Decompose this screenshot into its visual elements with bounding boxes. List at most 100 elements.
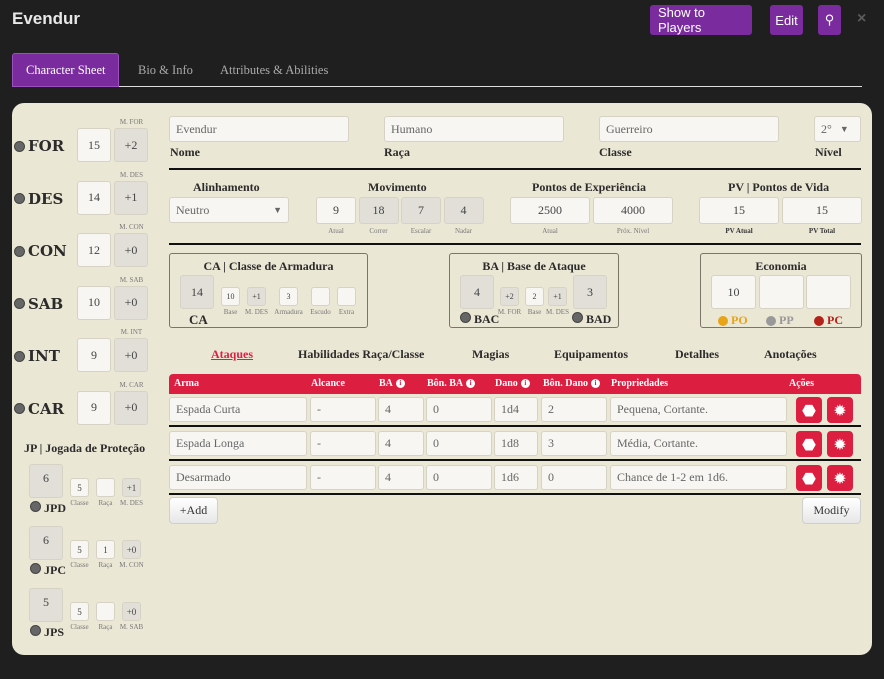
attack-alcance[interactable]: - [310, 465, 376, 490]
attr-int-label[interactable]: INT [14, 347, 60, 365]
save-raca[interactable] [96, 602, 115, 621]
attr-con-label[interactable]: CON [14, 242, 67, 260]
show-to-players-button[interactable]: Show to Players [650, 5, 752, 35]
attack-part[interactable]: +1 [548, 287, 567, 306]
save-mod: +0 [122, 602, 141, 621]
movement-value[interactable]: 9 [316, 197, 356, 224]
attack-bon-dano[interactable]: 2 [541, 397, 607, 422]
roll-damage-button[interactable]: ✹ [827, 397, 853, 423]
attr-value[interactable]: 10 [77, 285, 111, 320]
armor-part[interactable] [337, 287, 356, 306]
hp-total[interactable]: 15 [782, 197, 862, 224]
edit-button[interactable]: Edit [770, 5, 803, 35]
attr-value[interactable]: 14 [77, 180, 111, 215]
attack-part[interactable]: 2 [525, 287, 544, 306]
section-tab-notes[interactable]: Anotações [764, 347, 817, 362]
class-input[interactable]: Guerreiro [599, 116, 779, 142]
dice-icon [572, 312, 583, 323]
save-jps-label[interactable]: JPS [30, 625, 64, 640]
info-icon[interactable]: i [395, 379, 405, 388]
race-input[interactable]: Humano [384, 116, 564, 142]
attr-for-label[interactable]: FOR [14, 137, 64, 155]
xp-next[interactable]: 4000 [593, 197, 673, 224]
silver-input[interactable] [759, 275, 804, 309]
armor-part[interactable]: 3 [279, 287, 298, 306]
tab-bio-info[interactable]: Bio & Info [125, 53, 206, 87]
modify-button[interactable]: Modify [802, 497, 861, 524]
save-total: 5 [29, 588, 63, 622]
save-raca[interactable] [96, 478, 115, 497]
copper-coin-icon [814, 316, 824, 327]
section-tab-details[interactable]: Detalhes [675, 347, 719, 362]
attack-prop[interactable]: Chance de 1-2 em 1d6. [610, 465, 787, 490]
close-icon[interactable]: × [857, 10, 866, 28]
save-jpd-label[interactable]: JPD [30, 501, 66, 516]
roll-attack-button[interactable]: ⬣ [796, 397, 822, 423]
attack-alcance[interactable]: - [310, 431, 376, 456]
name-input[interactable]: Evendur [169, 116, 349, 142]
attack-arma[interactable]: Espada Longa [169, 431, 307, 456]
attr-value[interactable]: 15 [77, 128, 111, 162]
attack-bon-ba[interactable]: 0 [426, 431, 492, 456]
gold-input[interactable]: 10 [711, 275, 756, 309]
attr-value[interactable]: 9 [77, 390, 111, 425]
attack-bon-dano[interactable]: 0 [541, 465, 607, 490]
movement-value[interactable]: 18 [358, 197, 399, 224]
info-icon[interactable]: i [520, 379, 530, 388]
roll-damage-button[interactable]: ✹ [827, 431, 853, 457]
roll-attack-button[interactable]: ⬣ [796, 431, 822, 457]
save-classe[interactable]: 5 [70, 478, 89, 497]
attack-ba[interactable]: 4 [378, 431, 424, 456]
attack-dano[interactable]: 1d6 [494, 465, 538, 490]
copper-input[interactable] [806, 275, 851, 309]
info-icon[interactable]: i [591, 379, 601, 388]
movement-value[interactable]: 7 [401, 197, 441, 224]
attack-bon-ba[interactable]: 0 [426, 465, 492, 490]
section-tab-equipment[interactable]: Equipamentos [554, 347, 628, 362]
save-raca[interactable]: 1 [96, 540, 115, 559]
armor-part[interactable]: 10 [221, 287, 240, 306]
armor-part[interactable]: +1 [247, 287, 266, 306]
tab-attributes-abilities[interactable]: Attributes & Abilities [207, 53, 341, 87]
bad-label[interactable]: BAD [572, 312, 611, 327]
attack-bon-dano[interactable]: 3 [541, 431, 607, 456]
dice-icon [14, 245, 25, 257]
roll-damage-button[interactable]: ✹ [827, 465, 853, 491]
attr-mod: +2 [114, 128, 148, 162]
roll-attack-button[interactable]: ⬣ [796, 465, 822, 491]
attack-ba[interactable]: 4 [378, 465, 424, 490]
section-tab-attacks[interactable]: Ataques [211, 347, 253, 362]
attack-prop[interactable]: Média, Cortante. [610, 431, 787, 456]
attr-car-label[interactable]: CAR [14, 400, 64, 418]
attack-bon-ba[interactable]: 0 [426, 397, 492, 422]
armor-part[interactable] [311, 287, 330, 306]
attr-des-label[interactable]: DES [14, 190, 63, 208]
attack-alcance[interactable]: - [310, 397, 376, 422]
col-bon-dano: Bôn. Dano i [543, 378, 601, 389]
tab-character-sheet[interactable]: Character Sheet [12, 53, 120, 87]
movement-value[interactable]: 4 [443, 197, 484, 224]
hp-current[interactable]: 15 [699, 197, 779, 224]
xp-current[interactable]: 2500 [510, 197, 590, 224]
attack-dano[interactable]: 1d4 [494, 397, 538, 422]
attr-value[interactable]: 12 [77, 233, 111, 267]
attr-value[interactable]: 9 [77, 338, 111, 372]
alignment-select[interactable]: Neutro ▼ [169, 197, 289, 223]
section-tab-spells[interactable]: Magias [472, 347, 509, 362]
attack-ba[interactable]: 4 [378, 397, 424, 422]
attack-arma[interactable]: Desarmado [169, 465, 307, 490]
attack-arma[interactable]: Espada Curta [169, 397, 307, 422]
attack-dano[interactable]: 1d8 [494, 431, 538, 456]
save-jpc-label[interactable]: JPC [30, 563, 66, 578]
info-icon[interactable]: i [466, 379, 476, 388]
section-tab-abilities[interactable]: Habilidades Raça/Classe [298, 347, 424, 362]
attack-part[interactable]: +2 [500, 287, 519, 306]
attr-sab-label[interactable]: SAB [14, 295, 63, 313]
movement-label: Atual [328, 227, 344, 235]
add-attack-button[interactable]: +Add [169, 497, 218, 524]
search-button[interactable]: ⚲ [818, 5, 841, 35]
level-select[interactable]: 2° ▼ [814, 116, 861, 142]
attack-prop[interactable]: Pequena, Cortante. [610, 397, 787, 422]
save-classe[interactable]: 5 [70, 540, 89, 559]
save-classe[interactable]: 5 [70, 602, 89, 621]
